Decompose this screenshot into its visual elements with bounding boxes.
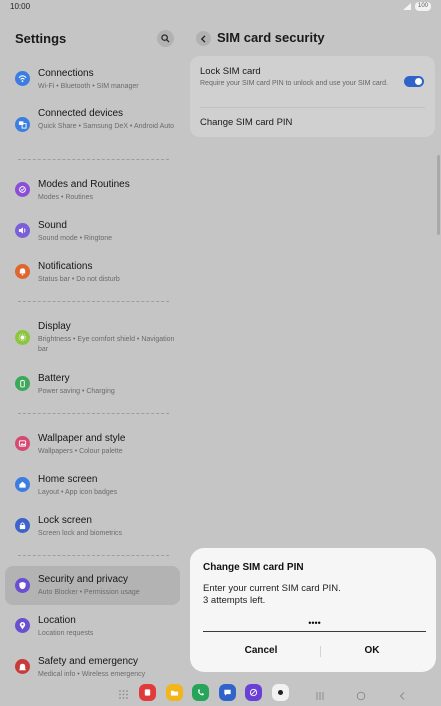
cancel-button[interactable]: Cancel bbox=[211, 645, 311, 656]
item-title: Safety and emergency bbox=[38, 656, 139, 667]
dialog-message-line2: 3 attempts left. bbox=[203, 595, 266, 606]
settings-panel: Settings Connections Wi-Fi • Bluetooth •… bbox=[0, 14, 186, 680]
item-subtitle: Wallpapers • Colour palette bbox=[38, 448, 123, 455]
page-title: Settings bbox=[15, 31, 67, 46]
detail-header: SIM card security bbox=[196, 30, 436, 48]
settings-item-modes-routines[interactable]: Modes and Routines Modes • Routines bbox=[5, 175, 180, 205]
folder-app-icon[interactable] bbox=[166, 684, 183, 701]
item-title: Location bbox=[38, 615, 76, 626]
settings-item-sound[interactable]: Sound Sound mode • Ringtone bbox=[5, 216, 180, 246]
settings-item-location[interactable]: Location Location requests bbox=[5, 611, 180, 641]
wifi-icon bbox=[15, 71, 30, 86]
item-subtitle: Status bar • Do not disturb bbox=[38, 276, 120, 283]
dialog-title: Change SIM card PIN bbox=[203, 562, 304, 573]
item-title: Sound bbox=[38, 220, 67, 231]
item-subtitle: Sound mode • Ringtone bbox=[38, 235, 113, 242]
apps-grid-icon[interactable] bbox=[118, 687, 129, 705]
back-button[interactable] bbox=[196, 31, 211, 46]
back-nav-icon[interactable] bbox=[398, 688, 406, 706]
item-title: Wallpaper and style bbox=[38, 433, 126, 444]
sound-icon bbox=[15, 223, 30, 238]
scrollbar[interactable] bbox=[437, 155, 440, 235]
change-sim-pin-item[interactable]: Change SIM card PIN bbox=[200, 117, 292, 128]
devices-icon bbox=[15, 117, 30, 132]
settings-item-display[interactable]: Display Brightness • Eye comfort shield … bbox=[5, 317, 180, 359]
home-icon bbox=[15, 477, 30, 492]
search-button[interactable] bbox=[157, 30, 174, 47]
status-time: 10:00 bbox=[10, 2, 31, 11]
lock-sim-toggle[interactable] bbox=[404, 76, 424, 87]
display-icon bbox=[15, 330, 30, 345]
location-icon bbox=[15, 618, 30, 633]
lock-icon bbox=[15, 518, 30, 533]
item-subtitle: Modes • Routines bbox=[38, 194, 93, 201]
emergency-icon bbox=[15, 659, 30, 674]
settings-item-home-screen[interactable]: Home screen Layout • App icon badges bbox=[5, 470, 180, 500]
item-subtitle: Layout • App icon badges bbox=[38, 489, 118, 496]
taskbar bbox=[0, 680, 441, 706]
search-icon bbox=[161, 34, 170, 43]
settings-item-lock-screen[interactable]: Lock screen Screen lock and biometrics bbox=[5, 511, 180, 541]
notes-app-icon[interactable] bbox=[139, 684, 156, 701]
divider bbox=[18, 159, 169, 160]
wallpaper-icon bbox=[15, 436, 30, 451]
settings-item-battery[interactable]: Battery Power saving • Charging bbox=[5, 369, 180, 399]
button-divider bbox=[320, 646, 321, 657]
item-title: Connected devices bbox=[38, 108, 124, 119]
settings-item-notifications[interactable]: Notifications Status bar • Do not distur… bbox=[5, 257, 180, 287]
item-subtitle: Wi-Fi • Bluetooth • SIM manager bbox=[38, 83, 139, 90]
item-title: Home screen bbox=[38, 474, 98, 485]
home-button-icon[interactable] bbox=[356, 688, 366, 706]
ok-button[interactable]: OK bbox=[322, 645, 422, 656]
item-title: Lock screen bbox=[38, 515, 92, 526]
lock-sim-description: Require your SIM card PIN to unlock and … bbox=[200, 80, 388, 87]
signal-icon bbox=[403, 3, 411, 10]
dialog-message-line1: Enter your current SIM card PIN. bbox=[203, 583, 341, 594]
battery-icon bbox=[15, 376, 30, 391]
status-bar: 10:00 100 bbox=[0, 0, 441, 14]
detail-title: SIM card security bbox=[217, 30, 325, 45]
modes-icon bbox=[15, 182, 30, 197]
item-title: Display bbox=[38, 321, 71, 332]
item-title: Notifications bbox=[38, 261, 93, 272]
item-title: Modes and Routines bbox=[38, 179, 130, 190]
item-subtitle: Brightness • Eye comfort shield • Naviga… bbox=[38, 336, 175, 353]
recents-icon[interactable] bbox=[315, 688, 325, 706]
settings-item-connected-devices[interactable]: Connected devices Quick Share • Samsung … bbox=[5, 104, 180, 146]
settings-item-wallpaper[interactable]: Wallpaper and style Wallpapers • Colour … bbox=[5, 429, 180, 459]
divider bbox=[200, 107, 425, 108]
battery-indicator: 100 bbox=[414, 2, 431, 11]
sim-security-card: Lock SIM card Require your SIM card PIN … bbox=[190, 56, 435, 137]
chevron-left-icon bbox=[200, 34, 206, 43]
camera-app-icon[interactable] bbox=[272, 684, 289, 701]
internet-app-icon[interactable] bbox=[245, 684, 262, 701]
shield-icon bbox=[15, 578, 30, 593]
item-subtitle: Auto Blocker • Permission usage bbox=[38, 589, 140, 596]
item-subtitle: Power saving • Charging bbox=[38, 388, 115, 395]
item-title: Security and privacy bbox=[38, 574, 129, 585]
item-subtitle: Quick Share • Samsung DeX • Android Auto bbox=[38, 123, 175, 130]
item-subtitle: Location requests bbox=[38, 630, 94, 637]
bell-icon bbox=[15, 264, 30, 279]
divider bbox=[18, 555, 169, 556]
settings-item-safety-emergency[interactable]: Safety and emergency Medical info • Wire… bbox=[5, 652, 180, 682]
toggle-knob bbox=[415, 78, 422, 85]
change-pin-dialog: Change SIM card PIN Enter your current S… bbox=[190, 548, 436, 672]
divider bbox=[18, 301, 169, 302]
item-title: Battery bbox=[38, 373, 70, 384]
messages-app-icon[interactable] bbox=[219, 684, 236, 701]
lock-sim-title[interactable]: Lock SIM card bbox=[200, 66, 261, 77]
settings-item-security-privacy[interactable]: Security and privacy Auto Blocker • Perm… bbox=[5, 566, 180, 605]
phone-app-icon[interactable] bbox=[192, 684, 209, 701]
item-subtitle: Screen lock and biometrics bbox=[38, 530, 123, 537]
item-subtitle: Medical info • Wireless emergency bbox=[38, 671, 146, 678]
item-title: Connections bbox=[38, 68, 94, 79]
dialog-message: Enter your current SIM card PIN. 3 attem… bbox=[203, 583, 341, 607]
pin-input[interactable] bbox=[203, 614, 426, 632]
settings-item-connections[interactable]: Connections Wi-Fi • Bluetooth • SIM mana… bbox=[5, 64, 180, 94]
divider bbox=[18, 413, 169, 414]
